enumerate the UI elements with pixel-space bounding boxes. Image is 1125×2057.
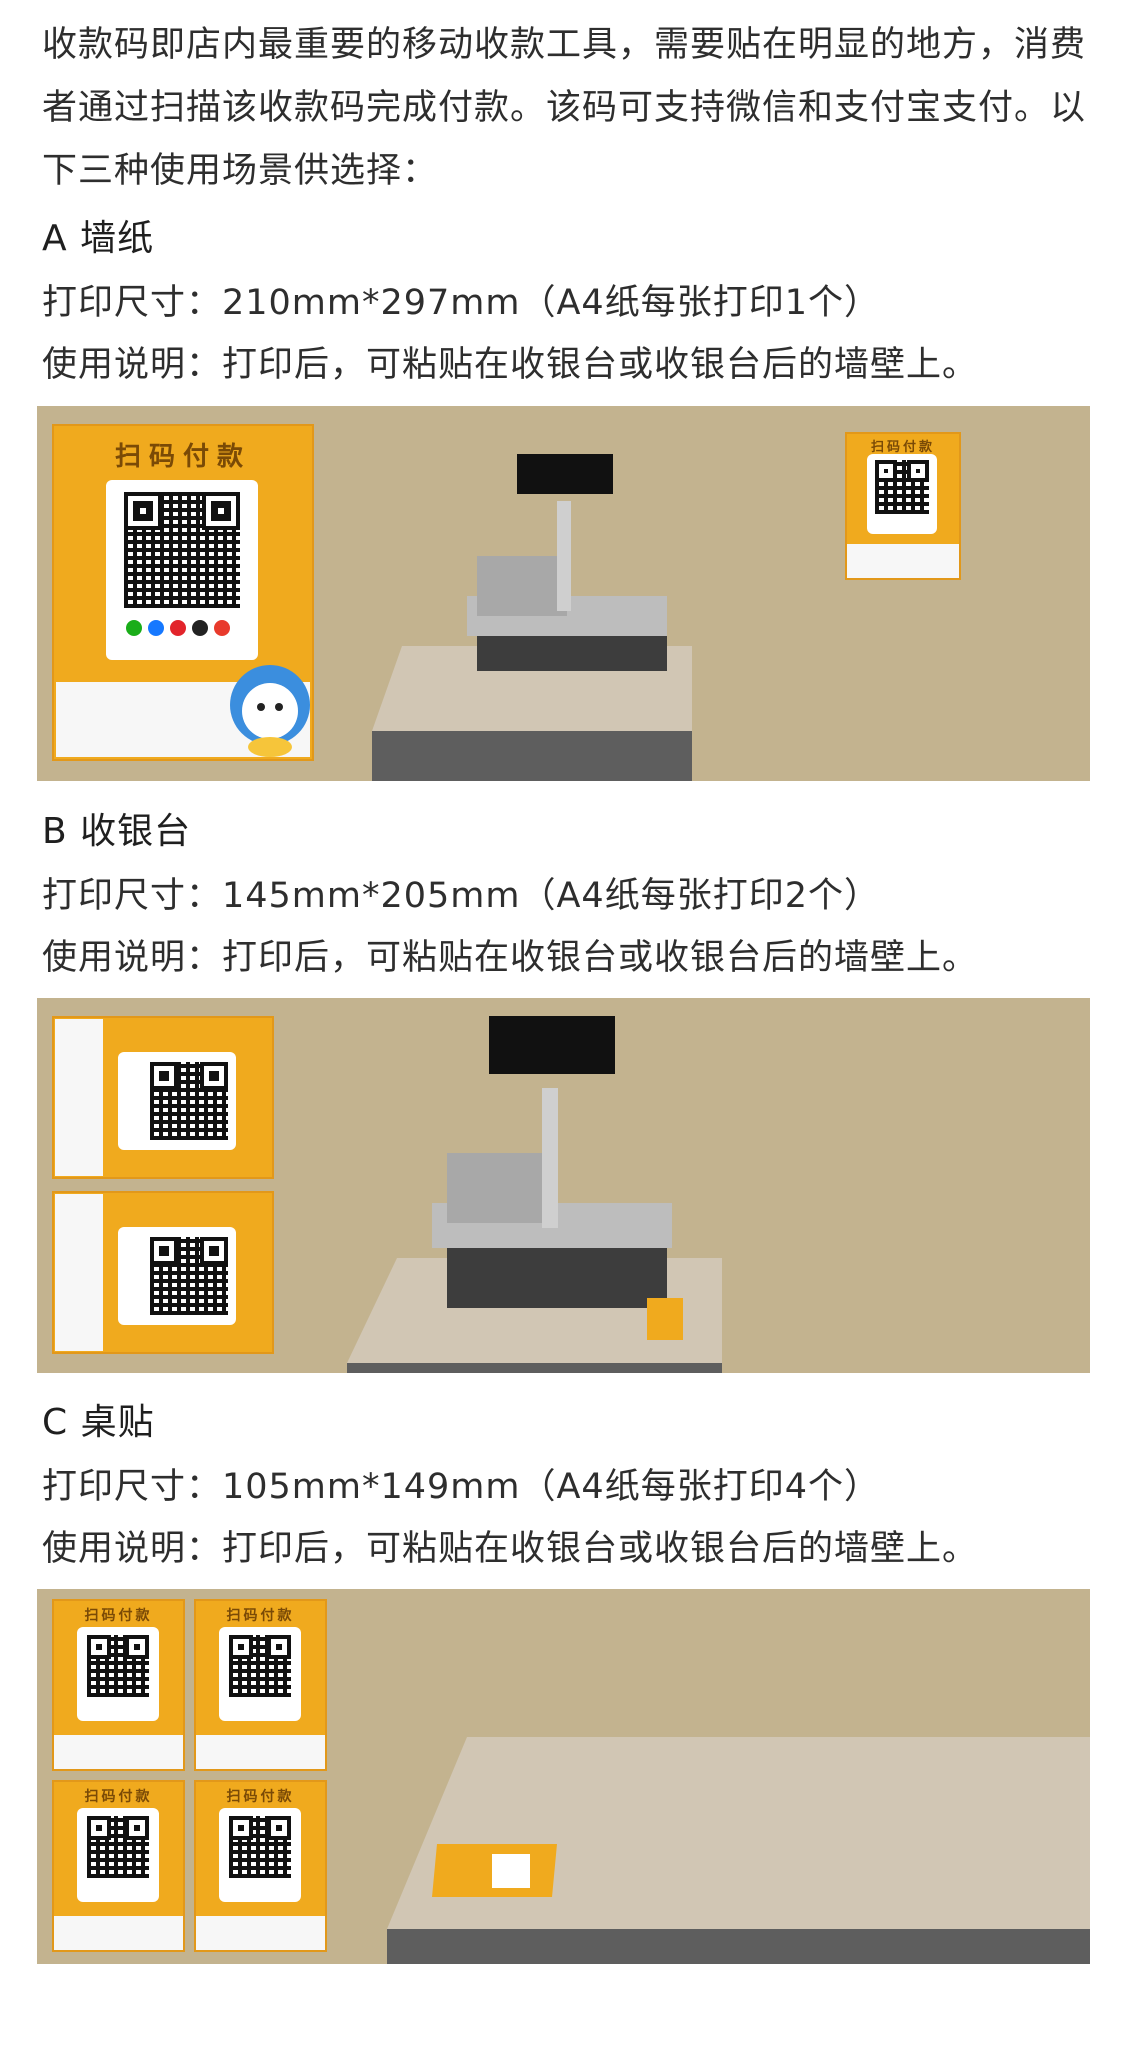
option-a-size: 打印尺寸：210mm*297mm（A4纸每张打印1个） xyxy=(42,283,880,323)
cashier-counter-illustration xyxy=(372,454,692,781)
option-a-heading: A 墙纸 xyxy=(42,218,155,259)
scene-a-wall-poster: 扫码付款 扫码付款 xyxy=(37,406,1090,781)
option-b-heading: B 收银台 xyxy=(42,811,192,852)
option-c-heading: C 桌贴 xyxy=(42,1402,155,1443)
intro-paragraph: 收款码即店内最重要的移动收款工具，需要贴在明显的地方，消费者通过扫描该收款码完成… xyxy=(42,25,1087,191)
scene-c-desk-stickers: 扫码付款 扫码付款 扫码付款 扫码付款 xyxy=(37,1589,1090,1964)
option-c-usage: 使用说明：打印后，可粘贴在收银台或收银台后的墙壁上。 xyxy=(42,1529,979,1569)
option-c-size: 打印尺寸：105mm*149mm（A4纸每张打印4个） xyxy=(42,1467,880,1507)
option-b-usage: 使用说明：打印后，可粘贴在收银台或收银台后的墙壁上。 xyxy=(42,938,979,978)
cashier-counter-illustration xyxy=(347,1016,722,1373)
option-a-usage: 使用说明：打印后，可粘贴在收银台或收银台后的墙壁上。 xyxy=(42,345,979,385)
option-b-size: 打印尺寸：145mm*205mm（A4纸每张打印2个） xyxy=(42,876,880,916)
desk-illustration xyxy=(387,1737,1090,1964)
scene-b-cashier xyxy=(37,998,1090,1373)
